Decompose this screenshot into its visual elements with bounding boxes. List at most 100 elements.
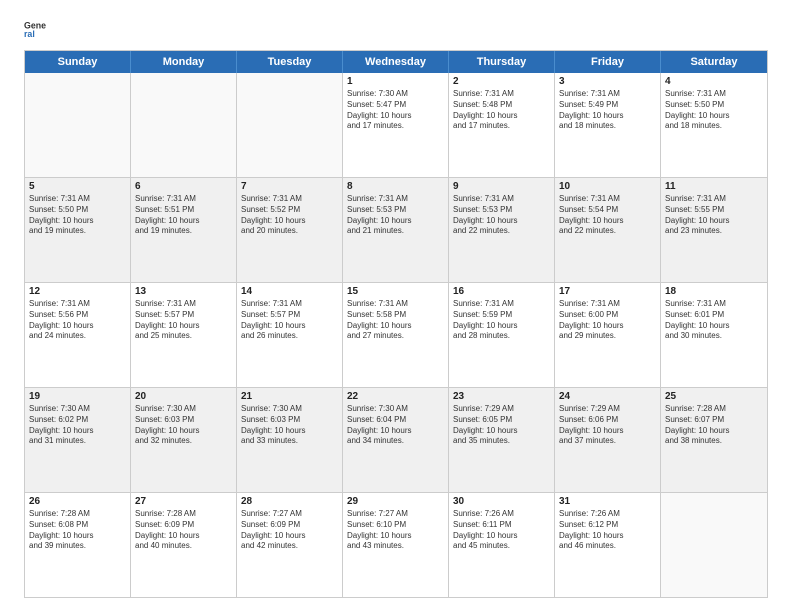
day-number: 31 <box>559 496 656 507</box>
day-info: Sunrise: 7:30 AM Sunset: 6:03 PM Dayligh… <box>135 404 232 447</box>
day-number: 13 <box>135 286 232 297</box>
calendar-cell: 26 Sunrise: 7:28 AM Sunset: 6:08 PM Dayli… <box>25 493 131 597</box>
day-info: Sunrise: 7:31 AM Sunset: 5:55 PM Dayligh… <box>665 194 763 237</box>
day-info: Sunrise: 7:31 AM Sunset: 5:53 PM Dayligh… <box>453 194 550 237</box>
day-info: Sunrise: 7:28 AM Sunset: 6:09 PM Dayligh… <box>135 509 232 552</box>
calendar-cell: 3 Sunrise: 7:31 AM Sunset: 5:49 PM Daylig… <box>555 73 661 177</box>
calendar-day-header: Friday <box>555 51 661 73</box>
calendar-cell: 10 Sunrise: 7:31 AM Sunset: 5:54 PM Dayli… <box>555 178 661 282</box>
day-info: Sunrise: 7:31 AM Sunset: 5:52 PM Dayligh… <box>241 194 338 237</box>
day-info: Sunrise: 7:29 AM Sunset: 6:05 PM Dayligh… <box>453 404 550 447</box>
day-info: Sunrise: 7:31 AM Sunset: 5:57 PM Dayligh… <box>135 299 232 342</box>
day-number: 21 <box>241 391 338 402</box>
calendar-cell: 4 Sunrise: 7:31 AM Sunset: 5:50 PM Daylig… <box>661 73 767 177</box>
day-number: 6 <box>135 181 232 192</box>
calendar-cell: 1 Sunrise: 7:30 AM Sunset: 5:47 PM Daylig… <box>343 73 449 177</box>
day-info: Sunrise: 7:31 AM Sunset: 5:54 PM Dayligh… <box>559 194 656 237</box>
day-number: 14 <box>241 286 338 297</box>
day-number: 25 <box>665 391 763 402</box>
calendar-cell: 28Sunrise: 7:27 AM Sunset: 6:09 PM Dayli… <box>237 493 343 597</box>
calendar-cell: 24 Sunrise: 7:29 AM Sunset: 6:06 PM Dayli… <box>555 388 661 492</box>
day-info: Sunrise: 7:27 AM Sunset: 6:10 PM Dayligh… <box>347 509 444 552</box>
calendar-cell: 23 Sunrise: 7:29 AM Sunset: 6:05 PM Dayli… <box>449 388 555 492</box>
day-number: 11 <box>665 181 763 192</box>
day-number: 7 <box>241 181 338 192</box>
calendar-cell: 2 Sunrise: 7:31 AM Sunset: 5:48 PM Daylig… <box>449 73 555 177</box>
calendar-cell: 9 Sunrise: 7:31 AM Sunset: 5:53 PM Daylig… <box>449 178 555 282</box>
day-info: Sunrise: 7:28 AM Sunset: 6:08 PM Dayligh… <box>29 509 126 552</box>
calendar-cell: 14 Sunrise: 7:31 AM Sunset: 5:57 PM Dayli… <box>237 283 343 387</box>
day-number: 28 <box>241 496 338 507</box>
day-number: 16 <box>453 286 550 297</box>
calendar-cell <box>661 493 767 597</box>
calendar-cell <box>237 73 343 177</box>
calendar-body: 1 Sunrise: 7:30 AM Sunset: 5:47 PM Daylig… <box>25 73 767 597</box>
calendar-cell: 13 Sunrise: 7:31 AM Sunset: 5:57 PM Dayli… <box>131 283 237 387</box>
calendar-row: 26 Sunrise: 7:28 AM Sunset: 6:08 PM Dayli… <box>25 492 767 597</box>
day-info: Sunrise: 7:26 AM Sunset: 6:12 PM Dayligh… <box>559 509 656 552</box>
calendar-row: 5Sunrise: 7:31 AM Sunset: 5:50 PM Daylig… <box>25 177 767 282</box>
day-info: Sunrise: 7:31 AM Sunset: 6:00 PM Dayligh… <box>559 299 656 342</box>
day-info: Sunrise: 7:31 AM Sunset: 5:49 PM Dayligh… <box>559 89 656 132</box>
calendar-cell: 25 Sunrise: 7:28 AM Sunset: 6:07 PM Dayli… <box>661 388 767 492</box>
day-info: Sunrise: 7:31 AM Sunset: 6:01 PM Dayligh… <box>665 299 763 342</box>
day-number: 4 <box>665 76 763 87</box>
day-info: Sunrise: 7:31 AM Sunset: 5:58 PM Dayligh… <box>347 299 444 342</box>
day-number: 23 <box>453 391 550 402</box>
day-number: 30 <box>453 496 550 507</box>
calendar-day-header: Sunday <box>25 51 131 73</box>
calendar-cell <box>25 73 131 177</box>
day-info: Sunrise: 7:30 AM Sunset: 6:04 PM Dayligh… <box>347 404 444 447</box>
day-number: 26 <box>29 496 126 507</box>
calendar-day-header: Monday <box>131 51 237 73</box>
calendar-cell: 12Sunrise: 7:31 AM Sunset: 5:56 PM Dayli… <box>25 283 131 387</box>
day-number: 5 <box>29 181 126 192</box>
day-number: 24 <box>559 391 656 402</box>
calendar-cell: 5Sunrise: 7:31 AM Sunset: 5:50 PM Daylig… <box>25 178 131 282</box>
day-number: 2 <box>453 76 550 87</box>
day-info: Sunrise: 7:30 AM Sunset: 6:02 PM Dayligh… <box>29 404 126 447</box>
calendar-header: SundayMondayTuesdayWednesdayThursdayFrid… <box>25 51 767 73</box>
calendar-cell: 17 Sunrise: 7:31 AM Sunset: 6:00 PM Dayli… <box>555 283 661 387</box>
day-number: 19 <box>29 391 126 402</box>
day-number: 8 <box>347 181 444 192</box>
calendar-cell: 16 Sunrise: 7:31 AM Sunset: 5:59 PM Dayli… <box>449 283 555 387</box>
day-info: Sunrise: 7:28 AM Sunset: 6:07 PM Dayligh… <box>665 404 763 447</box>
day-info: Sunrise: 7:26 AM Sunset: 6:11 PM Dayligh… <box>453 509 550 552</box>
calendar-cell: 21 Sunrise: 7:30 AM Sunset: 6:03 PM Dayli… <box>237 388 343 492</box>
day-info: Sunrise: 7:31 AM Sunset: 5:59 PM Dayligh… <box>453 299 550 342</box>
svg-text:ral: ral <box>24 29 35 39</box>
day-info: Sunrise: 7:29 AM Sunset: 6:06 PM Dayligh… <box>559 404 656 447</box>
calendar-cell: 18 Sunrise: 7:31 AM Sunset: 6:01 PM Dayli… <box>661 283 767 387</box>
day-info: Sunrise: 7:30 AM Sunset: 6:03 PM Dayligh… <box>241 404 338 447</box>
logo: Gene ral <box>24 18 50 40</box>
day-info: Sunrise: 7:31 AM Sunset: 5:50 PM Dayligh… <box>665 89 763 132</box>
day-info: Sunrise: 7:31 AM Sunset: 5:57 PM Dayligh… <box>241 299 338 342</box>
calendar-cell: 6 Sunrise: 7:31 AM Sunset: 5:51 PM Daylig… <box>131 178 237 282</box>
day-number: 3 <box>559 76 656 87</box>
day-info: Sunrise: 7:30 AM Sunset: 5:47 PM Dayligh… <box>347 89 444 132</box>
calendar-cell: 8Sunrise: 7:31 AM Sunset: 5:53 PM Daylig… <box>343 178 449 282</box>
calendar-cell: 30 Sunrise: 7:26 AM Sunset: 6:11 PM Dayli… <box>449 493 555 597</box>
day-number: 18 <box>665 286 763 297</box>
calendar-day-header: Wednesday <box>343 51 449 73</box>
header: Gene ral <box>24 18 768 40</box>
page: Gene ral SundayMondayTuesdayWednesdayThu… <box>0 0 792 612</box>
day-number: 29 <box>347 496 444 507</box>
calendar-cell: 31 Sunrise: 7:26 AM Sunset: 6:12 PM Dayli… <box>555 493 661 597</box>
day-info: Sunrise: 7:31 AM Sunset: 5:48 PM Dayligh… <box>453 89 550 132</box>
calendar-day-header: Thursday <box>449 51 555 73</box>
day-number: 17 <box>559 286 656 297</box>
calendar-cell: 20 Sunrise: 7:30 AM Sunset: 6:03 PM Dayli… <box>131 388 237 492</box>
calendar-row: 19 Sunrise: 7:30 AM Sunset: 6:02 PM Dayli… <box>25 387 767 492</box>
day-number: 10 <box>559 181 656 192</box>
day-number: 9 <box>453 181 550 192</box>
day-number: 15 <box>347 286 444 297</box>
day-number: 22 <box>347 391 444 402</box>
day-number: 20 <box>135 391 232 402</box>
calendar-cell: 27Sunrise: 7:28 AM Sunset: 6:09 PM Dayli… <box>131 493 237 597</box>
day-number: 1 <box>347 76 444 87</box>
logo-icon: Gene ral <box>24 18 46 40</box>
calendar-cell: 11 Sunrise: 7:31 AM Sunset: 5:55 PM Dayli… <box>661 178 767 282</box>
day-info: Sunrise: 7:31 AM Sunset: 5:51 PM Dayligh… <box>135 194 232 237</box>
